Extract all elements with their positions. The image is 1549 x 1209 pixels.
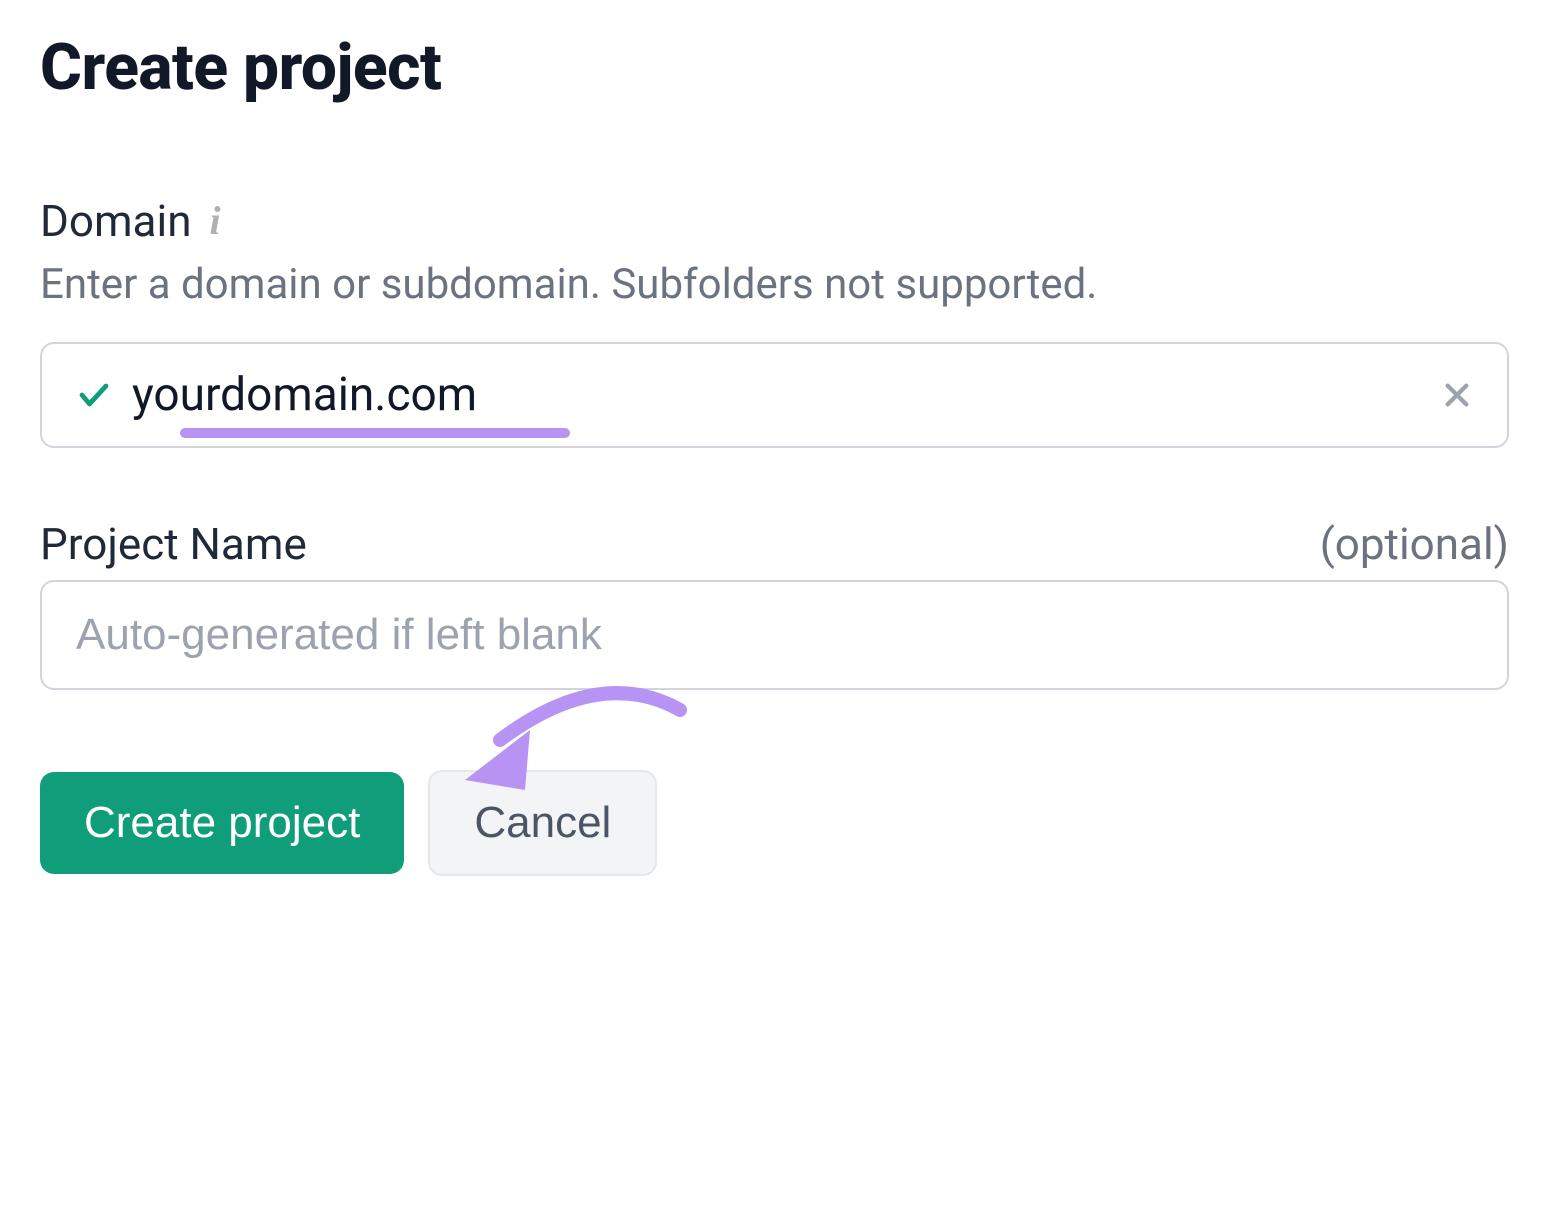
domain-value: yourdomain.com — [132, 368, 1421, 422]
info-icon[interactable]: i — [210, 201, 221, 241]
domain-label-row: Domain i — [40, 195, 1509, 247]
cancel-button[interactable]: Cancel — [428, 770, 657, 876]
project-name-label: Project Name — [40, 518, 307, 570]
project-name-input[interactable] — [40, 580, 1509, 690]
domain-field-group: Domain i Enter a domain or subdomain. Su… — [40, 195, 1509, 448]
optional-tag: (optional) — [1320, 518, 1509, 570]
page-title: Create project — [40, 30, 1509, 105]
project-name-label-row: Project Name (optional) — [40, 518, 1509, 570]
clear-icon[interactable] — [1441, 379, 1473, 411]
domain-label: Domain — [40, 195, 192, 247]
checkmark-icon — [76, 377, 112, 413]
domain-hint: Enter a domain or subdomain. Subfolders … — [40, 257, 1509, 314]
buttons-row: Create project Cancel — [40, 770, 1509, 876]
project-name-field-group: Project Name (optional) — [40, 518, 1509, 690]
domain-input[interactable]: yourdomain.com — [40, 342, 1509, 448]
create-project-button[interactable]: Create project — [40, 772, 404, 874]
